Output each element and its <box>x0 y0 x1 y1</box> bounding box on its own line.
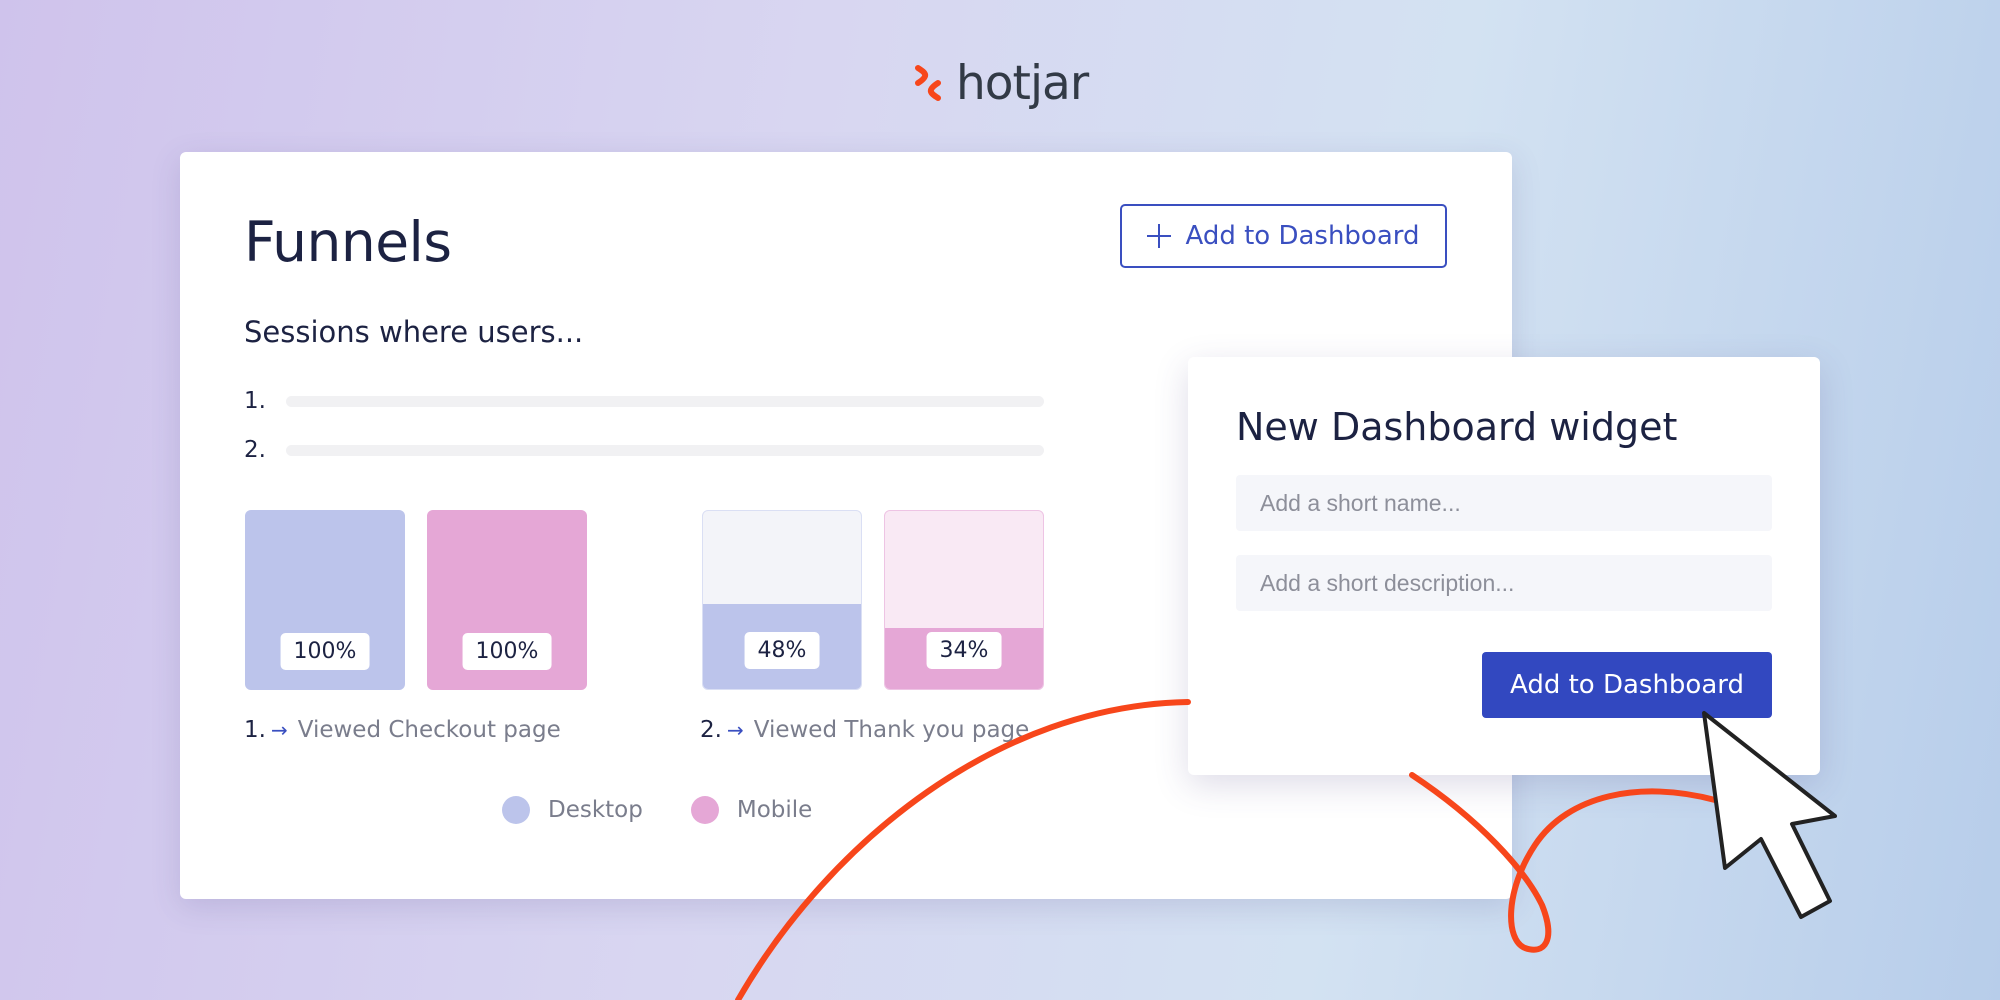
step1-desktop-bar: 100% <box>245 510 405 690</box>
widget-submit-button[interactable]: Add to Dashboard <box>1482 652 1772 718</box>
legend-dot-icon <box>502 796 530 824</box>
bar-percent-label: 100% <box>280 633 370 670</box>
hotjar-logo-icon <box>915 65 941 101</box>
step-number: 2. <box>700 717 722 743</box>
legend-item-mobile: Mobile <box>690 796 813 824</box>
step-caption-2: 2. → Viewed Thank you page <box>700 717 1029 743</box>
legend-dot-icon <box>690 796 719 824</box>
step-input-bar[interactable] <box>286 395 1044 407</box>
legend-item-desktop: Desktop <box>502 796 643 824</box>
arrow-right-icon: → <box>726 718 744 742</box>
bar-percent-label: 100% <box>462 633 552 670</box>
step-number: 1. <box>244 717 266 743</box>
page-title: Funnels <box>244 210 452 274</box>
chart-legend: Desktop Mobile <box>502 796 812 824</box>
sessions-heading: Sessions where users... <box>244 315 584 349</box>
legend-label: Desktop <box>548 797 643 823</box>
step-number: 1. <box>244 388 266 414</box>
step2-desktop-bar: 48% <box>702 510 862 690</box>
bar-percent-label: 34% <box>926 632 1002 669</box>
step-caption-text: Viewed Checkout page <box>297 717 561 743</box>
hotjar-logo: hotjar <box>912 55 1089 111</box>
add-to-dashboard-button[interactable]: Add to Dashboard <box>1120 204 1447 268</box>
step1-mobile-bar: 100% <box>427 510 587 690</box>
dialog-title: New Dashboard widget <box>1236 405 1678 449</box>
new-widget-dialog: New Dashboard widget Add to Dashboard <box>1188 357 1820 775</box>
step2-mobile-bar: 34% <box>884 510 1044 690</box>
hotjar-wordmark: hotjar <box>956 55 1089 111</box>
step-number: 2. <box>244 437 266 463</box>
widget-description-input[interactable] <box>1236 555 1772 611</box>
widget-name-input[interactable] <box>1236 475 1772 531</box>
legend-label: Mobile <box>736 797 813 823</box>
step-caption-text: Viewed Thank you page <box>753 717 1030 743</box>
arrow-right-icon: → <box>270 718 288 742</box>
add-to-dashboard-label: Add to Dashboard <box>1185 221 1420 251</box>
plus-icon <box>1147 224 1172 248</box>
funnel-step-row-2: 2. <box>244 437 1044 463</box>
page-background: hotjar Funnels Add to Dashboard Sessions… <box>0 0 2000 1000</box>
step-caption-1: 1. → Viewed Checkout page <box>244 717 561 743</box>
bar-percent-label: 48% <box>744 632 820 669</box>
funnel-step-row-1: 1. <box>244 388 1044 414</box>
step-input-bar[interactable] <box>286 444 1044 456</box>
